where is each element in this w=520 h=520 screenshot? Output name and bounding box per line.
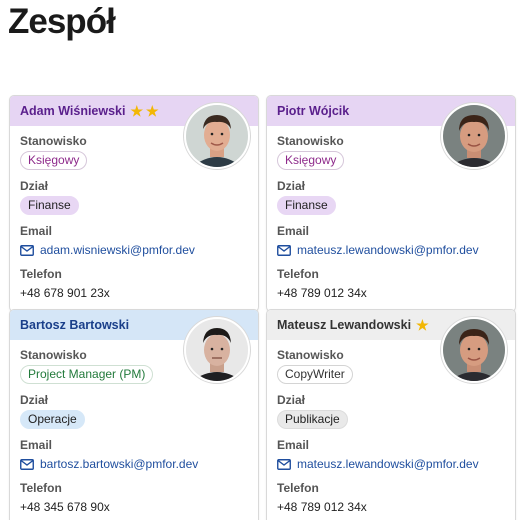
avatar [441, 103, 507, 169]
email-row: mateusz.lewandowski@pmfor.dev [277, 456, 505, 472]
phone-number: +48 678 901 23x [20, 286, 110, 300]
member-name: Piotr Wójcik [277, 104, 350, 118]
team-member-card: Mateusz Lewandowski ★ Stanowisko CopyWri… [266, 309, 516, 520]
member-name: Bartosz Bartowski [20, 318, 130, 332]
department-label: Dział [20, 179, 49, 193]
email-link[interactable]: adam.wisniewski@pmfor.dev [40, 243, 195, 257]
department-label: Dział [20, 393, 49, 407]
member-name: Adam Wiśniewski [20, 104, 126, 118]
phone-number: +48 789 012 34x [277, 286, 367, 300]
star-icon: ★ [130, 103, 144, 119]
phone-number: +48 345 678 90x [20, 500, 110, 514]
team-member-card: Bartosz Bartowski Stanowisko Project Man… [9, 309, 259, 520]
email-row: bartosz.bartowski@pmfor.dev [20, 456, 248, 472]
phone-number: +48 789 012 34x [277, 500, 367, 514]
phone-label: Telefon [20, 267, 62, 281]
email-link[interactable]: bartosz.bartowski@pmfor.dev [40, 457, 198, 471]
email-label: Email [20, 224, 53, 238]
mail-icon [20, 244, 34, 256]
mail-icon [277, 458, 291, 470]
phone-label: Telefon [20, 481, 62, 495]
email-label: Email [277, 224, 310, 238]
email-link[interactable]: mateusz.lewandowski@pmfor.dev [297, 457, 479, 471]
email-row: adam.wisniewski@pmfor.dev [20, 242, 248, 258]
rating-stars: ★ ★ [127, 104, 158, 118]
member-name: Mateusz Lewandowski [277, 318, 412, 332]
department-label: Dział [277, 179, 306, 193]
position-badge: Księgowy [20, 151, 88, 170]
email-link[interactable]: mateusz.lewandowski@pmfor.dev [297, 243, 479, 257]
team-member-card: Piotr Wójcik Stanowisko Księgowy Dział F… [266, 95, 516, 312]
page-title: Zespół [8, 2, 116, 41]
department-badge: Publikacje [277, 410, 348, 429]
position-badge: CopyWriter [277, 365, 353, 384]
mail-icon [20, 458, 34, 470]
mail-icon [277, 244, 291, 256]
team-member-card: Adam Wiśniewski ★ ★ Stanowisko Księgowy [9, 95, 259, 312]
department-badge: Finanse [277, 196, 336, 215]
department-badge: Operacje [20, 410, 85, 429]
avatar [184, 317, 250, 383]
email-label: Email [20, 438, 53, 452]
rating-stars: ★ [413, 318, 429, 332]
department-badge: Finanse [20, 196, 79, 215]
phone-label: Telefon [277, 481, 319, 495]
email-label: Email [277, 438, 310, 452]
team-page: Zespół Adam Wiśniewski ★ ★ Stanowisko Ks… [0, 0, 520, 520]
position-badge: Project Manager (PM) [20, 365, 154, 384]
star-icon: ★ [146, 103, 159, 119]
department-label: Dział [277, 393, 306, 407]
phone-label: Telefon [277, 267, 319, 281]
email-row: mateusz.lewandowski@pmfor.dev [277, 242, 505, 258]
avatar [441, 317, 507, 383]
star-icon: ★ [416, 317, 429, 333]
avatar [184, 103, 250, 169]
position-badge: Księgowy [277, 151, 345, 170]
